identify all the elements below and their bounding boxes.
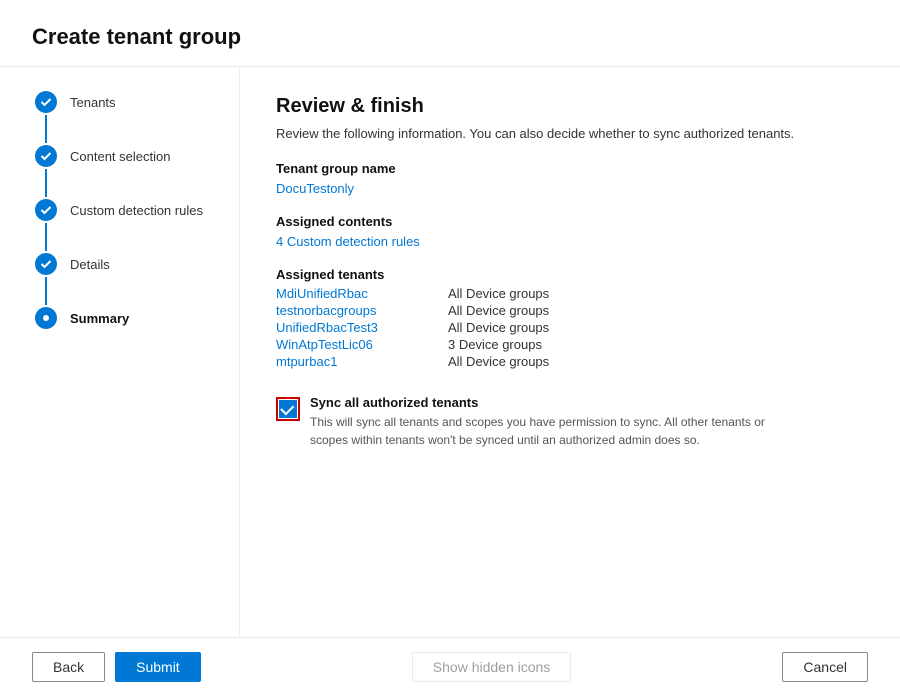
tenant-scope: All Device groups <box>448 320 549 335</box>
table-row: WinAtpTestLic06 3 Device groups <box>276 337 864 352</box>
tenant-scope: All Device groups <box>448 286 549 301</box>
step-line-2 <box>45 169 47 197</box>
footer-right: Cancel <box>782 652 868 682</box>
show-hidden-icons-button[interactable]: Show hidden icons <box>412 652 572 682</box>
check-icon-details <box>40 258 52 270</box>
tenant-name-link[interactable]: mtpurbac1 <box>276 354 436 369</box>
check-icon-custom <box>40 204 52 216</box>
main-content: Review & finish Review the following inf… <box>240 67 900 637</box>
sidebar-item-tenants[interactable]: Tenants <box>32 91 239 145</box>
sync-section: Sync all authorized tenants This will sy… <box>276 395 864 449</box>
step-label-summary: Summary <box>60 307 129 330</box>
step-line-4 <box>45 277 47 305</box>
sidebar-item-details[interactable]: Details <box>32 253 239 307</box>
sync-checkbox[interactable] <box>279 400 297 418</box>
assigned-contents-group: Assigned contents 4 Custom detection rul… <box>276 214 864 249</box>
sidebar-item-content-selection[interactable]: Content selection <box>32 145 239 199</box>
page-title: Create tenant group <box>0 0 900 67</box>
tenant-name-link[interactable]: testnorbacgroups <box>276 303 436 318</box>
sync-checkbox-wrapper <box>276 397 300 421</box>
tenant-name-link[interactable]: MdiUnifiedRbac <box>276 286 436 301</box>
step-circle-custom <box>35 199 57 221</box>
step-left-content <box>32 145 60 199</box>
step-circle-tenants <box>35 91 57 113</box>
step-left-summary <box>32 307 60 329</box>
step-label-details: Details <box>60 253 110 276</box>
step-label-tenants: Tenants <box>60 91 116 114</box>
table-row: MdiUnifiedRbac All Device groups <box>276 286 864 301</box>
tenant-name-link[interactable]: WinAtpTestLic06 <box>276 337 436 352</box>
footer-center: Show hidden icons <box>201 652 783 682</box>
content-area: Tenants Content selection <box>0 67 900 637</box>
step-left-details <box>32 253 60 307</box>
check-icon-tenants <box>40 96 52 108</box>
step-circle-content <box>35 145 57 167</box>
assigned-tenants-group: Assigned tenants MdiUnifiedRbac All Devic… <box>276 267 864 369</box>
back-button[interactable]: Back <box>32 652 105 682</box>
tenant-scope: All Device groups <box>448 303 549 318</box>
tenant-name-link[interactable]: UnifiedRbacTest3 <box>276 320 436 335</box>
sync-title: Sync all authorized tenants <box>310 395 790 410</box>
step-circle-details <box>35 253 57 275</box>
assigned-tenants-label: Assigned tenants <box>276 267 864 282</box>
footer-left: Back Submit <box>32 652 201 682</box>
step-circle-summary <box>35 307 57 329</box>
tenant-group-name-group: Tenant group name DocuTestonly <box>276 161 864 196</box>
assigned-contents-label: Assigned contents <box>276 214 864 229</box>
sync-desc: This will sync all tenants and scopes yo… <box>310 413 790 449</box>
sidebar-item-custom-detection[interactable]: Custom detection rules <box>32 199 239 253</box>
cancel-button[interactable]: Cancel <box>782 652 868 682</box>
sidebar: Tenants Content selection <box>0 67 240 637</box>
step-label-content: Content selection <box>60 145 170 168</box>
step-line-3 <box>45 223 47 251</box>
tenant-scope: All Device groups <box>448 354 549 369</box>
table-row: mtpurbac1 All Device groups <box>276 354 864 369</box>
app-container: Create tenant group Tenants <box>0 0 900 696</box>
sync-text-group: Sync all authorized tenants This will sy… <box>310 395 790 449</box>
step-left-tenants <box>32 91 60 145</box>
step-line-1 <box>45 115 47 143</box>
tenants-list: MdiUnifiedRbacAll Device groupstestnorba… <box>276 286 864 369</box>
assigned-contents-value[interactable]: 4 Custom detection rules <box>276 234 420 249</box>
footer: Back Submit Show hidden icons Cancel <box>0 637 900 696</box>
section-desc: Review the following information. You ca… <box>276 126 864 141</box>
sync-checkbox-red-border <box>276 397 300 421</box>
sidebar-item-summary[interactable]: Summary <box>32 307 239 330</box>
submit-button[interactable]: Submit <box>115 652 201 682</box>
tenant-group-name-label: Tenant group name <box>276 161 864 176</box>
table-row: testnorbacgroups All Device groups <box>276 303 864 318</box>
tenant-scope: 3 Device groups <box>448 337 542 352</box>
table-row: UnifiedRbacTest3 All Device groups <box>276 320 864 335</box>
tenant-group-name-value[interactable]: DocuTestonly <box>276 181 354 196</box>
dot-icon-summary <box>40 312 52 324</box>
step-label-custom: Custom detection rules <box>60 199 203 222</box>
check-icon-content <box>40 150 52 162</box>
step-left-custom <box>32 199 60 253</box>
section-title: Review & finish <box>276 95 864 118</box>
